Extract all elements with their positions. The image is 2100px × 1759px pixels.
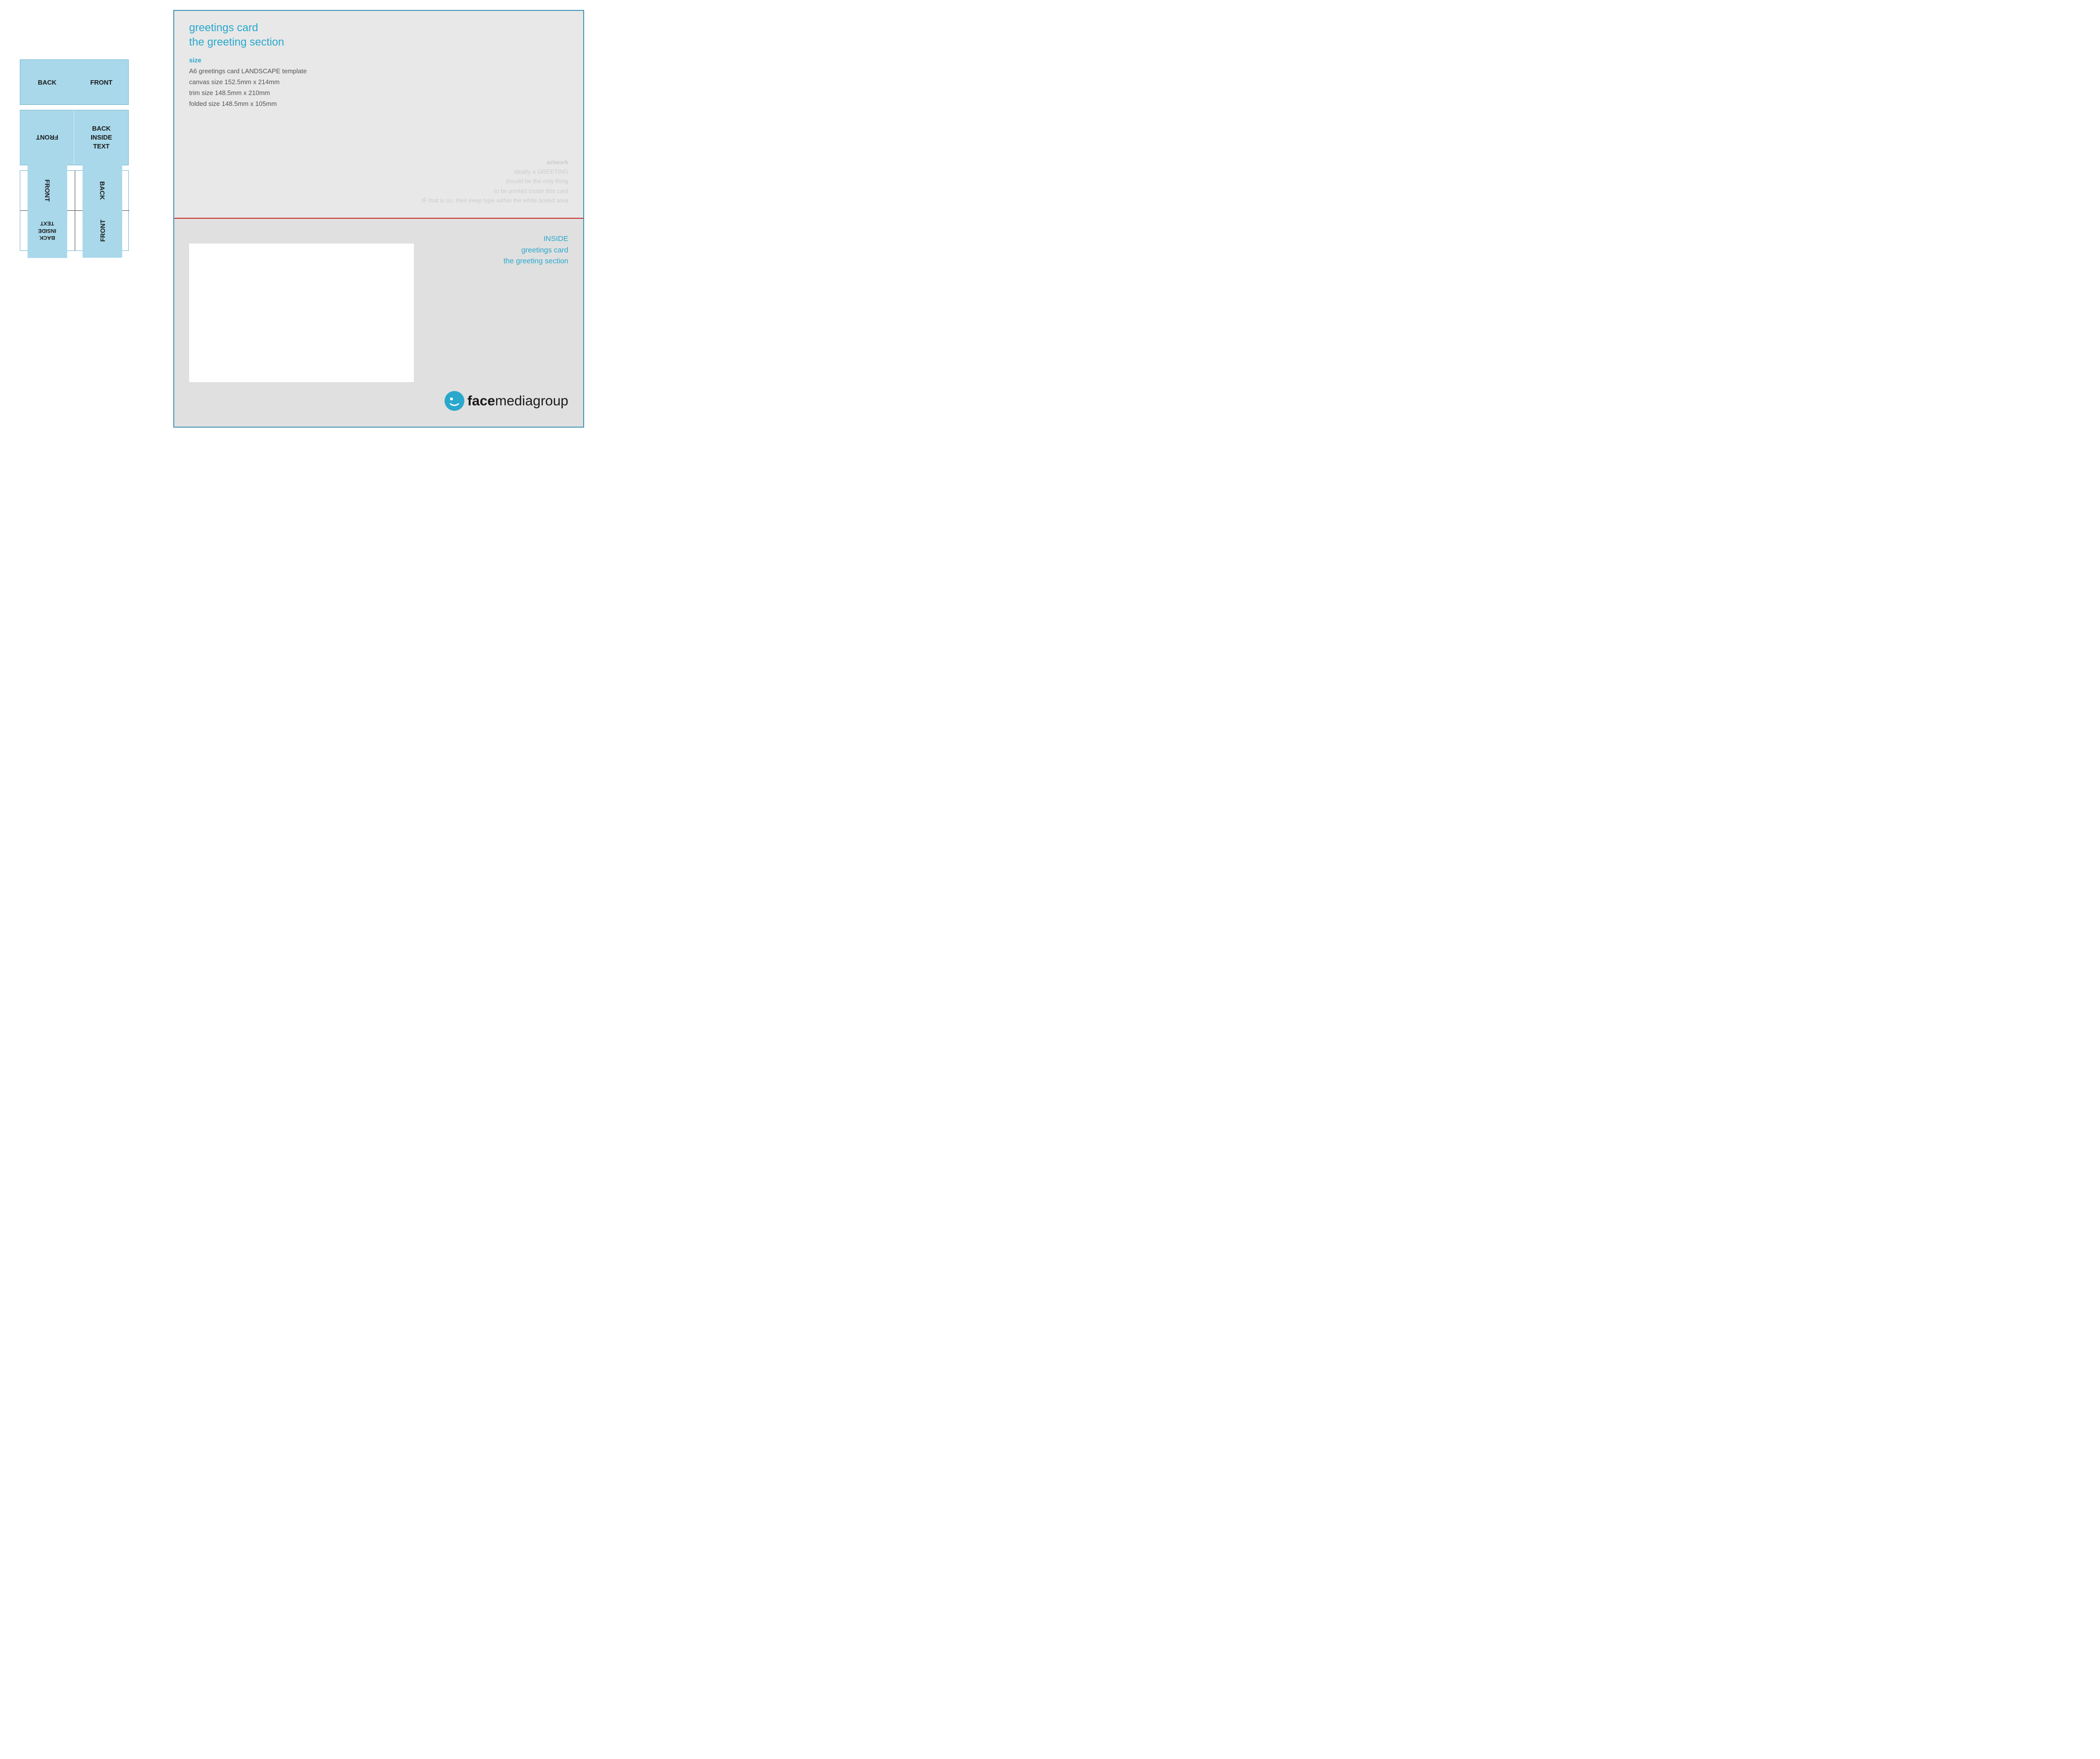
bottom-section: INSIDE greetings card the greeting secti… — [174, 219, 583, 427]
back-inside-text-label-r2: BACK INSIDE TEXT — [74, 110, 128, 165]
artwork-line1: ideally a GREETING — [422, 167, 568, 177]
diagram-row-1: BACK FRONT — [20, 59, 158, 105]
main-card: greetings card the greeting section size… — [173, 10, 584, 428]
size-section: size A6 greetings card LANDSCAPE templat… — [189, 56, 568, 109]
diagram-row-2: FRONT BACK INSIDE TEXT — [20, 110, 158, 165]
size-line4: folded size 148.5mm x 105mm — [189, 98, 568, 109]
face-logo-icon — [444, 390, 465, 412]
top-header: greetings card the greeting section — [189, 21, 568, 49]
artwork-line2: should be the only thing — [422, 177, 568, 186]
white-box-area — [189, 244, 414, 382]
front-label-r2: FRONT — [20, 110, 74, 165]
inside-label: INSIDE greetings card the greeting secti… — [503, 234, 568, 267]
left-panel: BACK FRONT FRONT BACK INSIDE TEXT — [0, 0, 168, 271]
inside-text: INSIDE — [503, 234, 568, 245]
diagram-group-34: FRONT BACK BACK INSIDE TEXT F — [20, 170, 158, 251]
back-inside-text-label-r4: BACK INSIDE TEXT — [28, 203, 67, 258]
size-label: size — [189, 56, 568, 64]
greeting-card-label: greetings card — [503, 245, 568, 256]
greeting-section-label: the greeting section — [503, 256, 568, 267]
front-label-r4: FRONT — [82, 203, 122, 258]
size-line1: A6 greetings card LANDSCAPE template — [189, 66, 568, 77]
artwork-line3: to be printed inside this card — [422, 187, 568, 196]
size-text: A6 greetings card LANDSCAPE template can… — [189, 66, 568, 109]
face-logo-text: facemediagroup — [467, 393, 568, 409]
right-panel: greetings card the greeting section size… — [168, 0, 594, 438]
front-label-r1: FRONT — [74, 60, 128, 104]
title-line2: the greeting section — [189, 35, 568, 49]
title-line1: greetings card — [189, 21, 568, 35]
size-line3: trim size 148.5mm x 210mm — [189, 88, 568, 98]
back-label-r1: BACK — [20, 60, 74, 104]
media-text: mediagroup — [495, 393, 568, 408]
face-text: face — [467, 393, 495, 408]
size-line2: canvas size 152.5mm x 214mm — [189, 77, 568, 88]
top-section: greetings card the greeting section size… — [174, 11, 583, 219]
artwork-label: artwork — [547, 159, 568, 166]
artwork-note: artwork ideally a GREETING should be the… — [422, 158, 568, 205]
face-media-group-logo: facemediagroup — [444, 390, 568, 412]
artwork-line4: IF that is so, then keep type within the… — [422, 196, 568, 205]
